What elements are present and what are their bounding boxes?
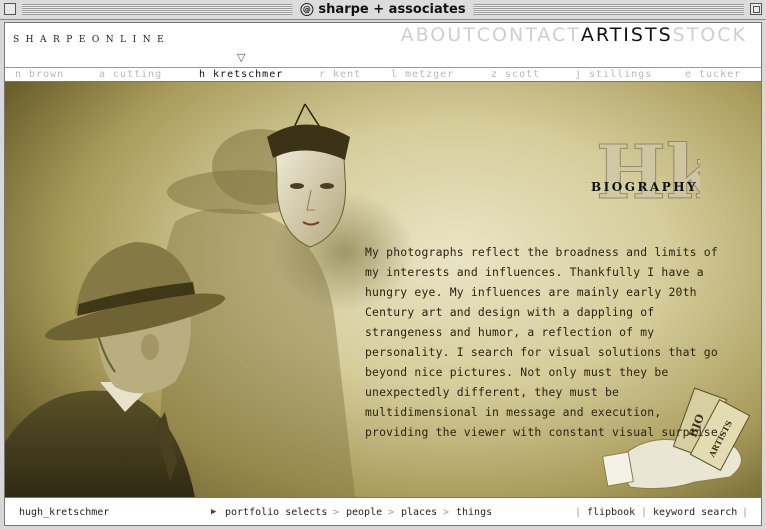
browser-content: SHARPEONLINE ABOUT CONTACT ARTISTS STOCK…	[4, 22, 762, 526]
dropdown-triangle-icon: ▽	[237, 51, 246, 64]
link-people[interactable]: people	[346, 507, 382, 518]
link-keyword-search[interactable]: keyword search	[653, 507, 737, 518]
window-titlebar[interactable]: @ sharpe + associates	[0, 0, 766, 20]
artist-tucker[interactable]: e tucker	[685, 69, 741, 80]
biography-hero: BIO ARTISTS Hk BIOGRAPHY My photographs r…	[5, 82, 761, 497]
artist-scott[interactable]: z scott	[491, 69, 540, 80]
zoom-icon	[753, 6, 760, 13]
browser-globe-icon: @	[300, 3, 314, 16]
window-title-wrap: @ sharpe + associates	[292, 1, 474, 18]
link-things[interactable]: things	[456, 507, 492, 518]
artist-metzger[interactable]: l metzger	[391, 69, 454, 80]
biography-text: My photographs reflect the broadness and…	[365, 245, 725, 439]
nav-stock[interactable]: STOCK	[673, 24, 747, 46]
artist-brown[interactable]: n brown	[15, 69, 64, 80]
artist-cutting[interactable]: a cutting	[99, 69, 162, 80]
nav-about[interactable]: ABOUT	[401, 24, 477, 46]
zoom-box[interactable]	[750, 3, 762, 15]
breadcrumb-separator: >	[388, 507, 395, 518]
breadcrumb-separator: >	[333, 507, 340, 518]
footer-bar: |	[742, 507, 749, 518]
monogram-letters: Hk	[596, 130, 700, 216]
footer-bar: |	[575, 507, 582, 518]
breadcrumb-separator: >	[443, 507, 450, 518]
close-box[interactable]	[4, 3, 16, 15]
artist-kent[interactable]: r kent	[319, 69, 361, 80]
link-flipbook[interactable]: flipbook	[587, 507, 635, 518]
nav-contact[interactable]: CONTACT	[477, 24, 581, 46]
artist-name: hugh_kretschmer	[19, 507, 110, 518]
top-navigation: ABOUT CONTACT ARTISTS STOCK	[401, 24, 747, 46]
link-portfolio-selects[interactable]: portfolio selects	[225, 507, 327, 518]
artist-navigation: n brown a cutting h kretschmer r kent l …	[5, 68, 761, 81]
site-logo[interactable]: SHARPEONLINE	[13, 35, 170, 45]
nav-artists[interactable]: ARTISTS	[581, 24, 673, 46]
artist-kretschmer[interactable]: h kretschmer	[199, 69, 283, 80]
link-places[interactable]: places	[401, 507, 437, 518]
play-triangle-icon: ▶	[211, 507, 217, 517]
site-footer: hugh_kretschmer ▶ portfolio selects > pe…	[5, 498, 761, 525]
window-title: sharpe + associates	[318, 2, 466, 17]
site-header: SHARPEONLINE ABOUT CONTACT ARTISTS STOCK…	[5, 23, 761, 67]
biography-heading: BIOGRAPHY	[591, 180, 699, 194]
artist-stillings[interactable]: j stillings	[575, 69, 652, 80]
footer-bar: |	[641, 507, 648, 518]
